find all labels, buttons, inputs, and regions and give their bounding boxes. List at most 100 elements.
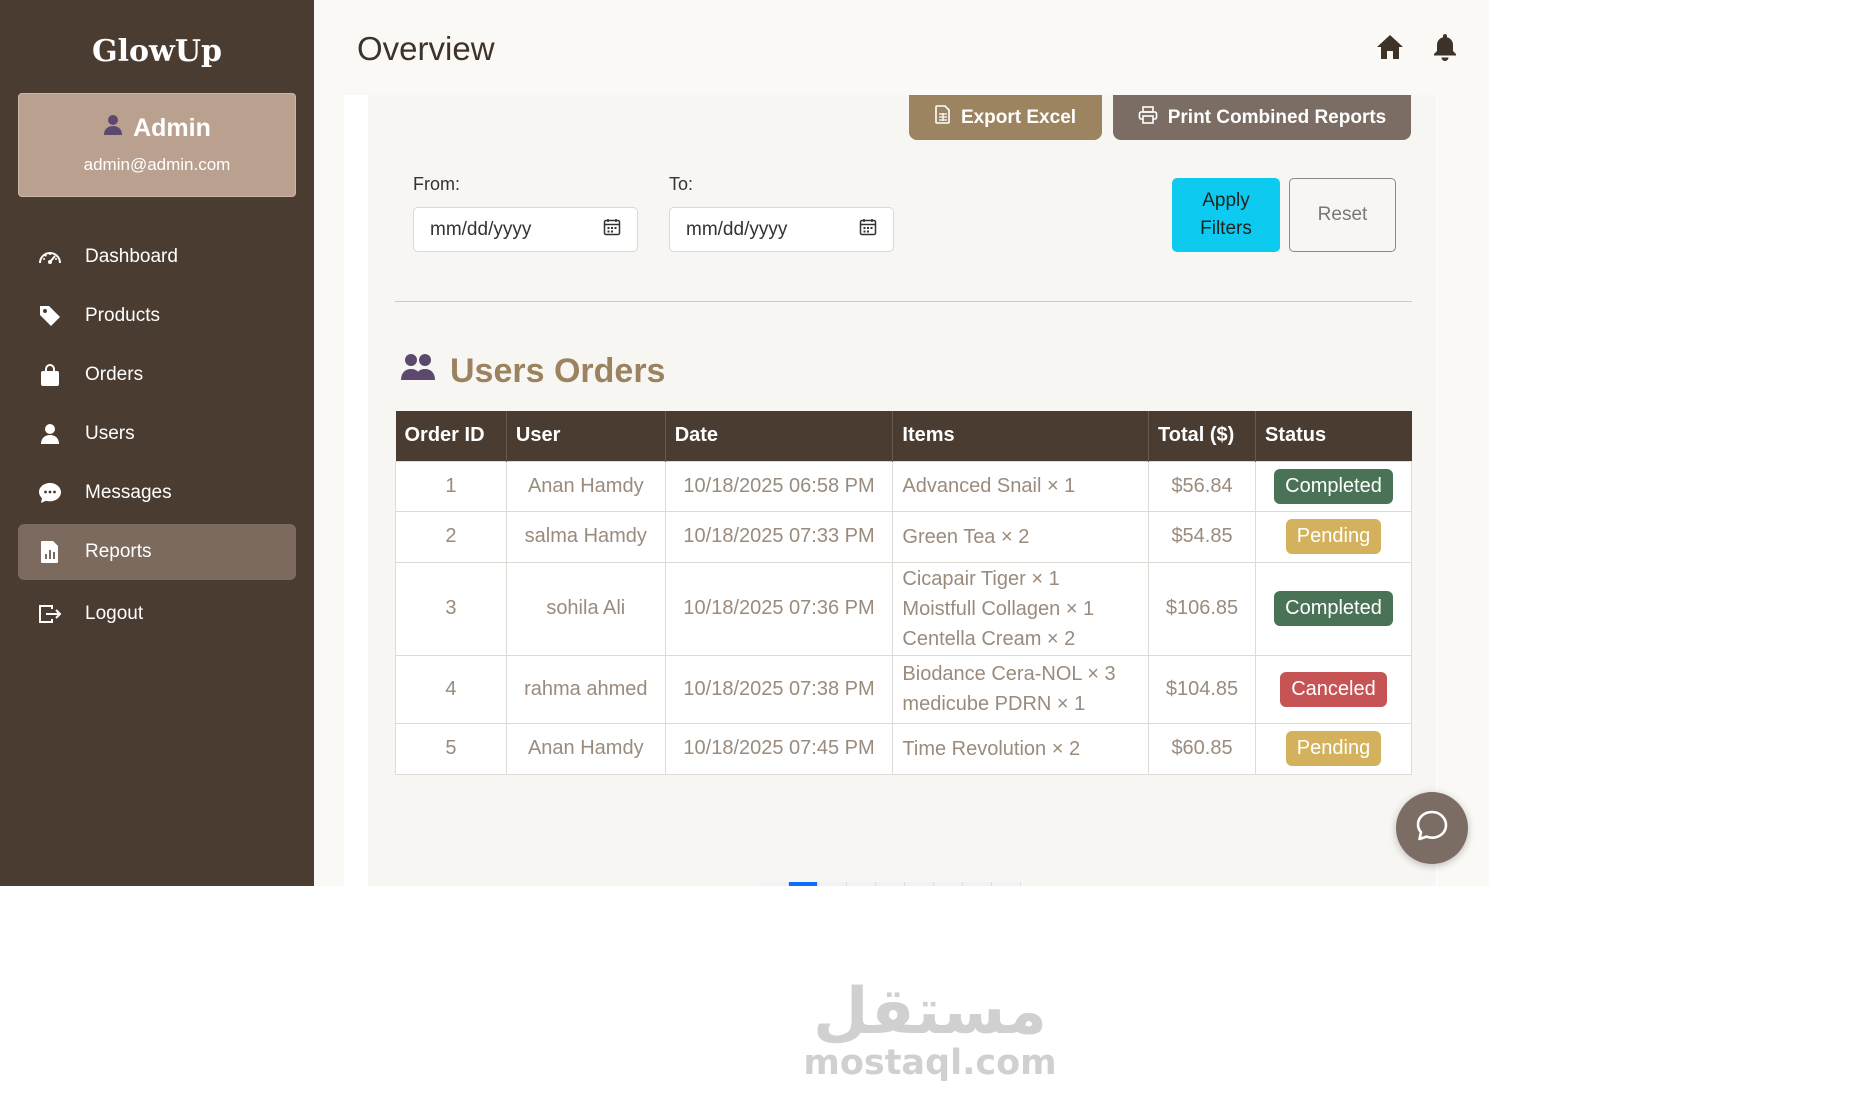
column-header-order-id[interactable]: Order ID — [395, 411, 507, 461]
profile-name: Admin — [133, 114, 211, 142]
to-label: To: — [669, 174, 694, 194]
table-row[interactable]: 3 sohila Ali 10/18/2025 07:36 PM Cicapair T… — [395, 561, 1412, 656]
column-header-status[interactable]: Status — [1255, 411, 1412, 461]
item-line: Moistfull Collagen × 1 — [902, 597, 1095, 620]
from-label: From: — [413, 174, 460, 194]
users-orders-title: Users Orders — [450, 352, 666, 390]
export-excel-label: Export Excel — [960, 106, 1077, 128]
sidebar-item-label: Logout — [85, 603, 144, 624]
sidebar-item-logout[interactable]: Logout — [18, 586, 296, 642]
table-row[interactable]: 4 rahma ahmed 10/18/2025 07:38 PM Biodance … — [395, 654, 1412, 724]
admin-profile-card: Admin admin@admin.com — [18, 93, 296, 197]
status-cell: Pending — [1255, 510, 1412, 563]
item-line: Centella Cream × 2 — [902, 627, 1076, 650]
top-header: Overview — [314, 0, 1489, 95]
sidebar-item-dashboard[interactable]: Dashboard — [18, 229, 296, 285]
total-cell: $54.85 — [1148, 510, 1256, 563]
page-tab[interactable] — [905, 882, 934, 886]
page-title: Overview — [357, 30, 495, 67]
page-tab[interactable] — [760, 882, 789, 886]
from-date-input[interactable]: mm/dd/yyyy — [413, 207, 638, 252]
sidebar-item-orders[interactable]: Orders — [18, 347, 296, 403]
export-excel-button[interactable]: Export Excel — [909, 95, 1102, 140]
total-cell: $60.85 — [1148, 722, 1256, 775]
to-date-input[interactable]: mm/dd/yyyy — [669, 207, 894, 252]
sidebar-item-label: Dashboard — [85, 246, 178, 267]
item-line: medicube PDRN × 1 — [902, 693, 1086, 715]
status-badge: Pending — [1285, 519, 1382, 554]
sidebar-item-label: Messages — [85, 482, 172, 503]
sidebar-item-messages[interactable]: Messages — [18, 465, 296, 521]
apply-filters-label-1: Apply — [1202, 190, 1250, 211]
date-cell: 10/18/2025 07:45 PM — [664, 722, 894, 775]
users-group-icon — [400, 352, 436, 391]
table-row[interactable]: 2 salma Hamdy 10/18/2025 07:33 PM Green Tea… — [395, 510, 1412, 563]
items-cell: Time Revolution × 2 — [892, 722, 1150, 775]
items-cell: Cicapair Tiger × 1 Moistfull Collagen × 1… — [892, 561, 1150, 656]
apply-filters-button[interactable]: Apply Filters — [1172, 178, 1280, 252]
page-tab[interactable] — [934, 882, 963, 886]
table-row[interactable]: 5 Anan Hamdy 10/18/2025 07:45 PM Time Revol… — [395, 722, 1412, 775]
sidebar-item-users[interactable]: Users — [18, 406, 296, 462]
to-date-placeholder: mm/dd/yyyy — [686, 218, 788, 240]
print-combined-reports-button[interactable]: Print Combined Reports — [1113, 95, 1411, 140]
sidebar-item-products[interactable]: Products — [18, 288, 296, 344]
sidebar-item-label: Reports — [85, 541, 152, 562]
status-cell: Canceled — [1255, 654, 1412, 724]
status-cell: Pending — [1255, 722, 1412, 775]
from-date-placeholder: mm/dd/yyyy — [430, 218, 532, 240]
page-tab[interactable] — [818, 882, 847, 886]
logout-icon — [37, 601, 63, 627]
shopping-bag-icon — [37, 362, 63, 388]
user-cell: Anan Hamdy — [505, 722, 666, 775]
status-badge: Pending — [1285, 731, 1382, 766]
reset-button[interactable]: Reset — [1289, 178, 1396, 252]
profile-email: admin@admin.com — [83, 155, 231, 174]
order-id-cell: 1 — [395, 460, 507, 512]
chat-button[interactable] — [1396, 792, 1468, 864]
bell-icon[interactable] — [1430, 32, 1460, 62]
column-header-items[interactable]: Items — [892, 411, 1149, 461]
home-icon[interactable] — [1375, 32, 1405, 62]
section-divider — [395, 301, 1412, 302]
page-tab[interactable] — [847, 882, 876, 886]
page-tab-active[interactable] — [789, 882, 818, 886]
page-tab[interactable] — [876, 882, 905, 886]
excel-file-icon — [935, 105, 951, 130]
print-combined-reports-label: Print Combined Reports — [1167, 106, 1387, 128]
user-icon — [103, 114, 123, 143]
item-line: Time Revolution × 2 — [902, 737, 1081, 760]
item-line: Advanced Snail × 1 — [902, 475, 1076, 497]
watermark-latin: mostaql.com — [803, 1043, 1057, 1083]
items-cell: Green Tea × 2 — [892, 510, 1150, 563]
page-tab[interactable] — [992, 882, 1021, 886]
orders-table: Order ID User Date Items Total ($) Statu… — [395, 411, 1412, 775]
date-cell: 10/18/2025 07:38 PM — [664, 654, 894, 724]
column-header-total[interactable]: Total ($) — [1148, 411, 1256, 461]
apply-filters-label-2: Filters — [1200, 218, 1252, 239]
report-file-icon — [37, 539, 63, 565]
calendar-icon[interactable] — [603, 218, 621, 242]
status-badge: Canceled — [1280, 671, 1387, 707]
user-cell: sohila Ali — [505, 561, 666, 656]
status-badge: Completed — [1274, 591, 1393, 626]
total-cell: $106.85 — [1148, 561, 1256, 656]
column-header-date[interactable]: Date — [664, 411, 893, 461]
brand-logo[interactable]: GlowUp — [0, 34, 314, 69]
status-cell: Completed — [1255, 561, 1412, 656]
page-tab[interactable] — [963, 882, 992, 886]
chat-bubble-icon — [37, 480, 63, 506]
column-header-user[interactable]: User — [505, 411, 666, 461]
sidebar-item-label: Users — [85, 423, 135, 444]
user-cell: salma Hamdy — [505, 510, 666, 563]
calendar-icon[interactable] — [859, 218, 877, 242]
chat-bubble-icon — [1414, 808, 1450, 849]
order-id-cell: 2 — [395, 510, 507, 563]
watermark-arabic: مستقل — [812, 975, 1048, 1049]
item-line: Cicapair Tiger × 1 — [902, 567, 1060, 590]
gauge-icon — [37, 244, 63, 270]
sidebar: GlowUp Admin admin@admin.com Dashboard Pr… — [0, 0, 314, 886]
table-row[interactable]: 1 Anan Hamdy 10/18/2025 06:58 PM Advanced S… — [395, 460, 1412, 512]
user-cell: rahma ahmed — [505, 654, 666, 724]
sidebar-item-reports[interactable]: Reports — [18, 524, 296, 580]
